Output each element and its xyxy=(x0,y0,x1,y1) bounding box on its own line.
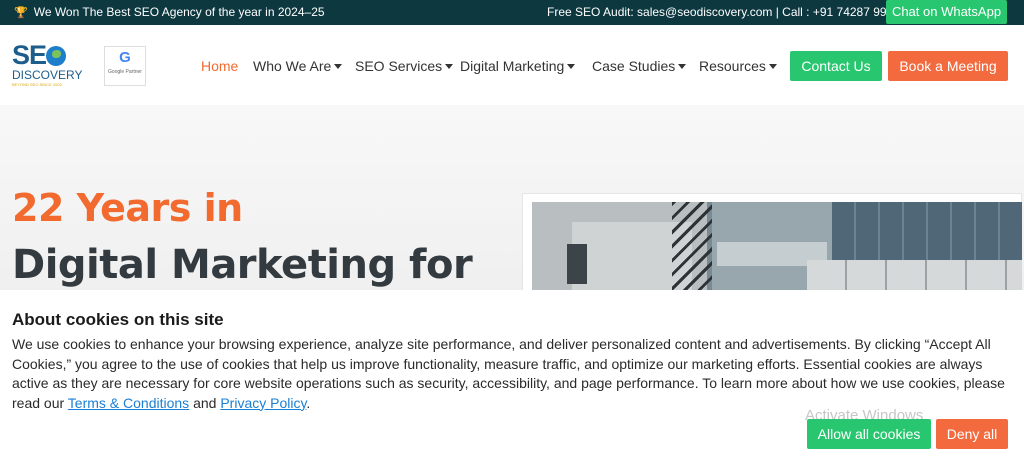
nav-who-we-are[interactable]: Who We Are xyxy=(253,58,343,74)
whatsapp-button[interactable]: Chat on WhatsApp xyxy=(886,0,1007,24)
logo-discovery: DISCOVERY xyxy=(12,68,83,82)
google-partner-label: Google Partner xyxy=(108,69,142,75)
cookie-description: We use cookies to enhance your browsing … xyxy=(12,336,1005,411)
caret-down-icon xyxy=(445,64,454,69)
globe-icon xyxy=(46,46,67,66)
contact-info[interactable]: Free SEO Audit: sales@seodiscovery.com |… xyxy=(547,5,907,19)
award-text: We Won The Best SEO Agency of the year i… xyxy=(33,5,325,19)
nav-seo-services[interactable]: SEO Services xyxy=(355,58,454,74)
nav-resources[interactable]: Resources xyxy=(699,58,777,74)
terms-link[interactable]: Terms & Conditions xyxy=(68,395,189,411)
nav-home[interactable]: Home xyxy=(201,58,238,74)
deny-all-cookies-button[interactable]: Deny all xyxy=(936,419,1008,449)
nav-digital-marketing[interactable]: Digital Marketing xyxy=(460,58,576,74)
logo-seo: SE xyxy=(12,42,90,69)
book-meeting-button[interactable]: Book a Meeting xyxy=(888,51,1008,81)
hero-section: 22 Years in Digital Marketing for xyxy=(0,105,1024,314)
allow-all-cookies-button[interactable]: Allow all cookies xyxy=(807,419,931,449)
top-bar: 🏆 We Won The Best SEO Agency of the year… xyxy=(0,0,1024,25)
nav-case-studies[interactable]: Case Studies xyxy=(592,58,687,74)
google-partner-badge: G Google Partner xyxy=(104,46,146,86)
trophy-icon: 🏆 xyxy=(14,6,28,19)
caret-down-icon xyxy=(567,64,576,69)
privacy-link[interactable]: Privacy Policy xyxy=(220,395,306,411)
hero-heading-line2: Digital Marketing for xyxy=(12,242,473,288)
caret-down-icon xyxy=(334,64,343,69)
google-g-icon: G xyxy=(119,49,131,66)
site-logo[interactable]: SE DISCOVERY BEYOND SEO SINCE 2002 xyxy=(12,42,90,90)
award-notice: 🏆 We Won The Best SEO Agency of the year… xyxy=(14,5,325,19)
hero-heading-line1: 22 Years in xyxy=(12,186,243,230)
contact-us-button[interactable]: Contact Us xyxy=(790,51,882,81)
caret-down-icon xyxy=(678,64,687,69)
cookie-title: About cookies on this site xyxy=(12,310,224,329)
caret-down-icon xyxy=(768,64,777,69)
site-header: SE DISCOVERY BEYOND SEO SINCE 2002 G Goo… xyxy=(0,25,1024,105)
logo-tagline: BEYOND SEO SINCE 2002 xyxy=(12,82,62,87)
